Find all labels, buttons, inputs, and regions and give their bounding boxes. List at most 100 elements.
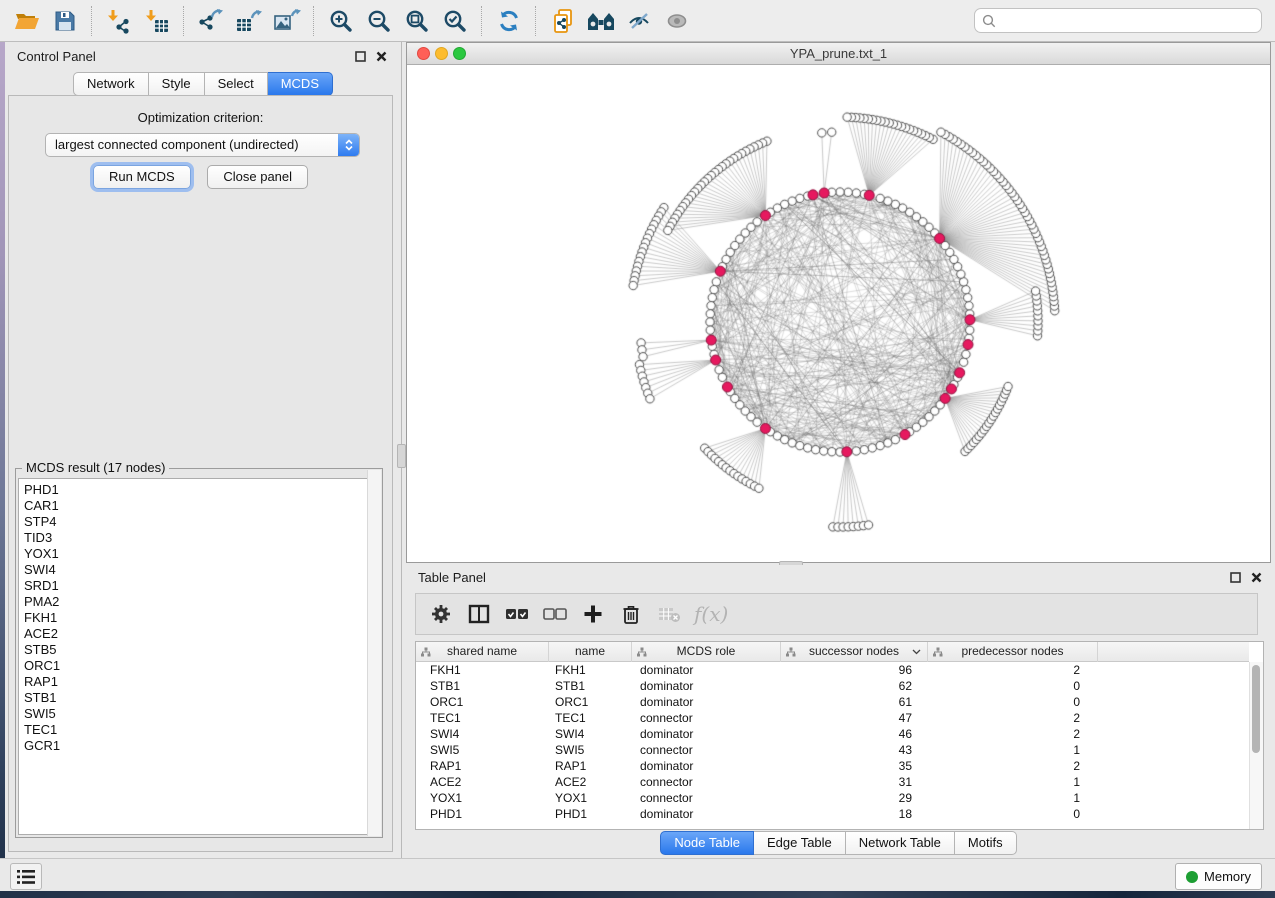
- node-table-scrollbar[interactable]: [1249, 662, 1263, 829]
- mcds-result-item[interactable]: ORC1: [19, 658, 379, 674]
- export-table-button[interactable]: [232, 5, 266, 37]
- function-fx-icon: f(x): [694, 602, 728, 626]
- import-table-icon: [144, 8, 170, 34]
- table-row[interactable]: SWI5SWI5connector431: [416, 742, 1249, 758]
- trash-icon: [620, 603, 642, 625]
- tab-mcds[interactable]: MCDS: [268, 72, 333, 96]
- table-cell: 62: [781, 678, 928, 694]
- mcds-result-item[interactable]: STB5: [19, 642, 379, 658]
- table-row[interactable]: TEC1TEC1connector472: [416, 710, 1249, 726]
- table-row[interactable]: YOX1YOX1connector291: [416, 790, 1249, 806]
- checked-boxes-icon: [504, 603, 530, 625]
- table-row[interactable]: STB1STB1dominator620: [416, 678, 1249, 694]
- delete-table-icon: [657, 604, 681, 624]
- first-neighbors-button[interactable]: [584, 5, 618, 37]
- export-network-icon: [197, 8, 225, 34]
- table-tab-network-table[interactable]: Network Table: [846, 831, 955, 855]
- save-session-button[interactable]: [48, 5, 82, 37]
- table-cell: SWI5: [549, 742, 632, 758]
- unchecked-boxes-icon: [542, 603, 568, 625]
- network-window-titlebar[interactable]: YPA_prune.txt_1: [407, 43, 1270, 65]
- table-tab-node-table[interactable]: Node Table: [660, 831, 754, 855]
- mcds-result-item[interactable]: SWI5: [19, 706, 379, 722]
- scrollbar-thumb[interactable]: [1252, 665, 1260, 753]
- mcds-result-list: PHD1CAR1STP4TID3YOX1SWI4SRD1PMA2FKH1ACE2…: [18, 478, 380, 835]
- show-all-button[interactable]: [660, 5, 694, 37]
- task-history-button[interactable]: [10, 863, 42, 890]
- tab-select[interactable]: Select: [205, 72, 268, 96]
- mcds-result-item[interactable]: SRD1: [19, 578, 379, 594]
- delete-table-button-disabled: [656, 599, 682, 629]
- control-panel-tabs: NetworkStyleSelectMCDS: [5, 72, 401, 96]
- select-all-button[interactable]: [504, 599, 530, 629]
- column-header-name[interactable]: name: [549, 642, 632, 662]
- table-row[interactable]: ORC1ORC1dominator610: [416, 694, 1249, 710]
- open-file-button[interactable]: [10, 5, 44, 37]
- optimization-criterion-select[interactable]: largest connected component (undirected): [45, 133, 360, 157]
- add-column-button[interactable]: [580, 599, 606, 629]
- column-header-shared-name[interactable]: shared name: [416, 642, 549, 662]
- table-cell: 47: [781, 710, 928, 726]
- mcds-result-item[interactable]: SWI4: [19, 562, 379, 578]
- mcds-result-item[interactable]: STB1: [19, 690, 379, 706]
- mcds-result-item[interactable]: STP4: [19, 514, 379, 530]
- column-visibility-button[interactable]: [466, 599, 492, 629]
- tab-network[interactable]: Network: [73, 72, 149, 96]
- export-image-button[interactable]: [270, 5, 304, 37]
- mcds-result-item[interactable]: PMA2: [19, 594, 379, 610]
- mcds-result-scrollbar[interactable]: [367, 470, 381, 836]
- mcds-result-item[interactable]: RAP1: [19, 674, 379, 690]
- mcds-result-item[interactable]: GCR1: [19, 738, 379, 754]
- close-panel-button[interactable]: Close panel: [207, 165, 308, 189]
- column-header-MCDS-role[interactable]: MCDS role: [632, 642, 781, 662]
- control-panel-float-icon[interactable]: [354, 50, 367, 63]
- tab-style[interactable]: Style: [149, 72, 205, 96]
- import-table-button[interactable]: [140, 5, 174, 37]
- clone-network-button[interactable]: [546, 5, 580, 37]
- run-mcds-button[interactable]: Run MCDS: [93, 165, 191, 189]
- table-tab-motifs[interactable]: Motifs: [955, 831, 1017, 855]
- mcds-result-item[interactable]: TID3: [19, 530, 379, 546]
- table-row[interactable]: ACE2ACE2connector311: [416, 774, 1249, 790]
- column-header-predecessor-nodes[interactable]: predecessor nodes: [928, 642, 1098, 662]
- zoom-out-button[interactable]: [362, 5, 396, 37]
- delete-column-button[interactable]: [618, 599, 644, 629]
- column-header-successor-nodes[interactable]: successor nodes: [781, 642, 928, 662]
- zoom-in-button[interactable]: [324, 5, 358, 37]
- table-cell: ACE2: [416, 774, 549, 790]
- search-icon: [982, 14, 996, 28]
- table-cell: 35: [781, 758, 928, 774]
- table-tab-edge-table[interactable]: Edge Table: [754, 831, 846, 855]
- hide-selected-button[interactable]: [622, 5, 656, 37]
- table-cell: 0: [928, 678, 1098, 694]
- zoom-selected-button[interactable]: [438, 5, 472, 37]
- memory-button[interactable]: Memory: [1175, 863, 1262, 890]
- mcds-result-item[interactable]: TEC1: [19, 722, 379, 738]
- table-panel-close-icon[interactable]: [1250, 571, 1263, 584]
- refresh-view-button[interactable]: [492, 5, 526, 37]
- mcds-result-item[interactable]: CAR1: [19, 498, 379, 514]
- mcds-result-item[interactable]: PHD1: [19, 482, 379, 498]
- deselect-all-button[interactable]: [542, 599, 568, 629]
- table-cell: ACE2: [549, 774, 632, 790]
- vertical-splitter-handle[interactable]: [397, 444, 406, 468]
- table-row[interactable]: FKH1FKH1dominator962: [416, 662, 1249, 678]
- table-row[interactable]: RAP1RAP1dominator352: [416, 758, 1249, 774]
- mcds-result-item[interactable]: ACE2: [19, 626, 379, 642]
- mcds-result-item[interactable]: YOX1: [19, 546, 379, 562]
- control-panel-close-icon[interactable]: [375, 50, 388, 63]
- zoom-fit-button[interactable]: [400, 5, 434, 37]
- mcds-result-item[interactable]: FKH1: [19, 610, 379, 626]
- table-cell: 29: [781, 790, 928, 806]
- import-network-button[interactable]: [102, 5, 136, 37]
- table-settings-button[interactable]: [428, 599, 454, 629]
- import-network-icon: [106, 8, 132, 34]
- table-panel-float-icon[interactable]: [1229, 571, 1242, 584]
- network-view-canvas[interactable]: [407, 65, 1270, 562]
- search-input[interactable]: [1001, 10, 1261, 31]
- mcds-tab-content: Optimization criterion: largest connecte…: [8, 95, 393, 852]
- table-row[interactable]: SWI4SWI4dominator462: [416, 726, 1249, 742]
- export-network-button[interactable]: [194, 5, 228, 37]
- table-row[interactable]: PHD1PHD1dominator180: [416, 806, 1249, 822]
- table-cell: 43: [781, 742, 928, 758]
